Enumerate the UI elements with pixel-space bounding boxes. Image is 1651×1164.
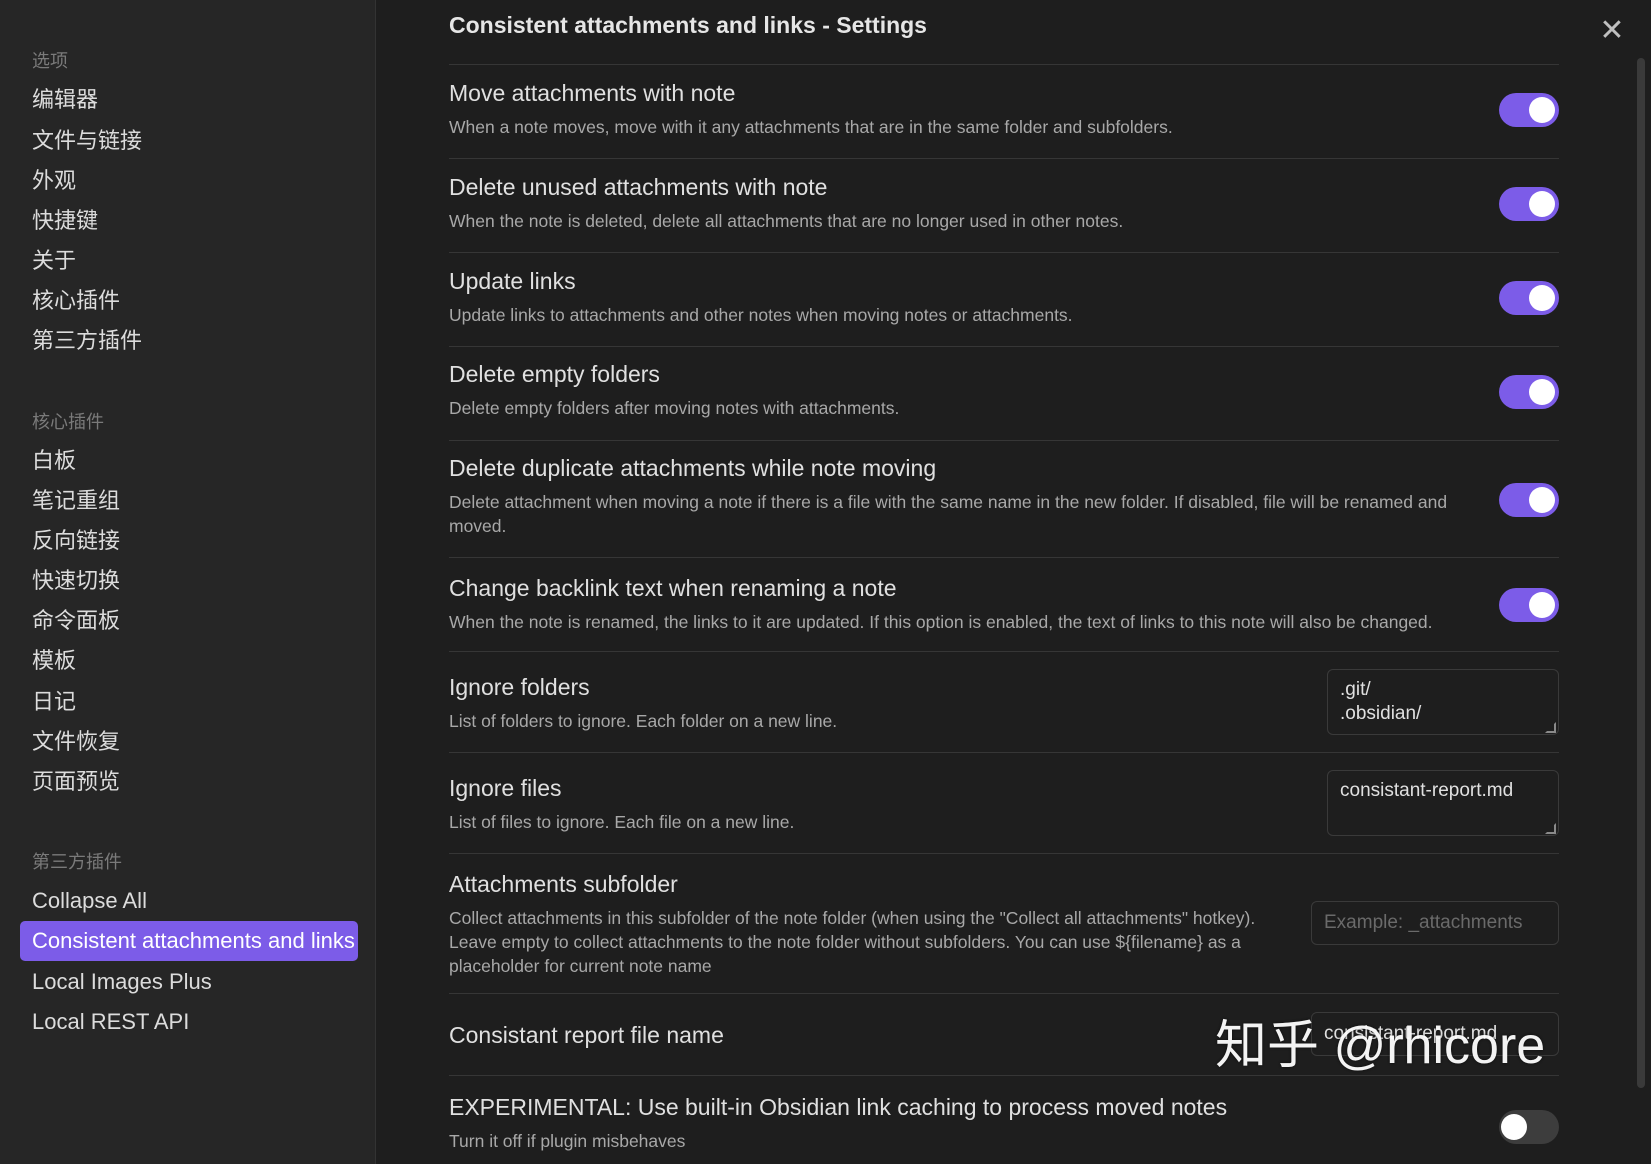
setting-name: Delete empty folders [449,361,660,387]
setting-desc: When a note moves, move with it any atta… [449,117,1173,137]
ignore-files-textarea[interactable]: consistant-report.md [1327,770,1559,836]
setting-name: Delete duplicate attachments while note … [449,455,937,481]
attachments-subfolder-input[interactable] [1311,901,1559,945]
sidebar-item-note-composer[interactable]: 笔记重组 [20,481,358,521]
sidebar-item-core-plugins[interactable]: 核心插件 [20,281,358,321]
setting-name: Attachments subfolder [449,871,678,897]
settings-content: Consistent attachments and links - Setti… [377,0,1651,1164]
setting-update-links: Update links Update links to attachments… [449,252,1559,346]
setting-ignore-folders: Ignore folders List of folders to ignore… [449,651,1559,752]
scrollbar[interactable] [1637,58,1645,1088]
setting-desc: When the note is deleted, delete all att… [449,211,1124,231]
toggle-experimental-link-caching[interactable] [1499,1110,1559,1144]
toggle-knob [1529,191,1555,217]
sidebar-item-consistent-attachments[interactable]: Consistent attachments and links [20,921,358,961]
setting-name: Consistant report file name [449,1022,724,1048]
toggle-knob [1529,97,1555,123]
setting-name: EXPERIMENTAL: Use built-in Obsidian link… [449,1094,1228,1120]
sidebar-item-daily-notes[interactable]: 日记 [20,682,358,722]
toggle-knob [1529,592,1555,618]
setting-desc: List of files to ignore. Each file on a … [449,812,795,832]
toggle-delete-unused[interactable] [1499,187,1559,221]
settings-sidebar: 选项 编辑器 文件与链接 外观 快捷键 关于 核心插件 第三方插件 核心插件 白… [0,0,376,1164]
setting-experimental-link-caching: EXPERIMENTAL: Use built-in Obsidian link… [449,1075,1559,1164]
sidebar-item-files-links[interactable]: 文件与链接 [20,121,358,161]
setting-name: Ignore files [449,775,562,801]
sidebar-item-file-recovery[interactable]: 文件恢复 [20,722,358,762]
toggle-knob [1529,487,1555,513]
sidebar-heading-core: 核心插件 [32,412,104,432]
sidebar-item-backlinks[interactable]: 反向链接 [20,521,358,561]
toggle-delete-duplicate[interactable] [1499,483,1559,517]
sidebar-item-editor[interactable]: 编辑器 [20,80,358,120]
toggle-update-links[interactable] [1499,281,1559,315]
sidebar-item-appearance[interactable]: 外观 [20,161,358,201]
sidebar-item-about[interactable]: 关于 [20,241,358,281]
sidebar-item-command-palette[interactable]: 命令面板 [20,601,358,641]
setting-name: Delete unused attachments with note [449,174,828,200]
setting-attachments-subfolder: Attachments subfolder Collect attachment… [449,853,1559,993]
setting-desc: Update links to attachments and other no… [449,305,1073,325]
sidebar-item-quick-switcher[interactable]: 快速切换 [20,561,358,601]
toggle-move-attachments[interactable] [1499,93,1559,127]
toggle-change-backlink-text[interactable] [1499,588,1559,622]
toggle-knob [1529,285,1555,311]
setting-name: Move attachments with note [449,80,736,106]
setting-desc: List of folders to ignore. Each folder o… [449,711,838,731]
sidebar-item-community-plugins[interactable]: 第三方插件 [20,321,358,361]
sidebar-item-canvas[interactable]: 白板 [20,441,358,481]
setting-name: Ignore folders [449,674,590,700]
sidebar-item-page-preview[interactable]: 页面预览 [20,762,358,802]
setting-name: Change backlink text when renaming a not… [449,575,897,601]
close-icon[interactable]: ✕ [1595,14,1629,48]
setting-delete-empty-folders: Delete empty folders Delete empty folder… [449,346,1559,440]
setting-desc: Delete empty folders after moving notes … [449,398,900,418]
watermark-text: 知乎 @rhicore [1215,1017,1546,1075]
sidebar-item-templates[interactable]: 模板 [20,641,358,681]
sidebar-item-local-rest-api[interactable]: Local REST API [20,1002,358,1042]
setting-name: Update links [449,268,576,294]
setting-delete-unused: Delete unused attachments with note When… [449,158,1559,252]
toggle-delete-empty-folders[interactable] [1499,375,1559,409]
setting-delete-duplicate: Delete duplicate attachments while note … [449,440,1559,557]
setting-desc: Collect attachments in this subfolder of… [449,908,1256,976]
sidebar-heading-options: 选项 [32,51,68,71]
sidebar-item-hotkeys[interactable]: 快捷键 [20,201,358,241]
setting-desc: Turn it off if plugin misbehaves [449,1131,686,1151]
setting-desc: Delete attachment when moving a note if … [449,492,1448,536]
setting-move-attachments: Move attachments with note When a note m… [449,64,1559,158]
page-title: Consistent attachments and links - Setti… [449,12,927,38]
setting-desc: When the note is renamed, the links to i… [449,612,1433,632]
sidebar-heading-third-party: 第三方插件 [32,852,122,872]
sidebar-item-collapse-all[interactable]: Collapse All [20,881,358,921]
toggle-knob [1529,379,1555,405]
setting-ignore-files: Ignore files List of files to ignore. Ea… [449,752,1559,853]
toggle-knob [1501,1114,1527,1140]
setting-change-backlink-text: Change backlink text when renaming a not… [449,557,1559,651]
sidebar-item-local-images-plus[interactable]: Local Images Plus [20,962,358,1002]
ignore-folders-textarea[interactable]: .git/ .obsidian/ [1327,669,1559,735]
